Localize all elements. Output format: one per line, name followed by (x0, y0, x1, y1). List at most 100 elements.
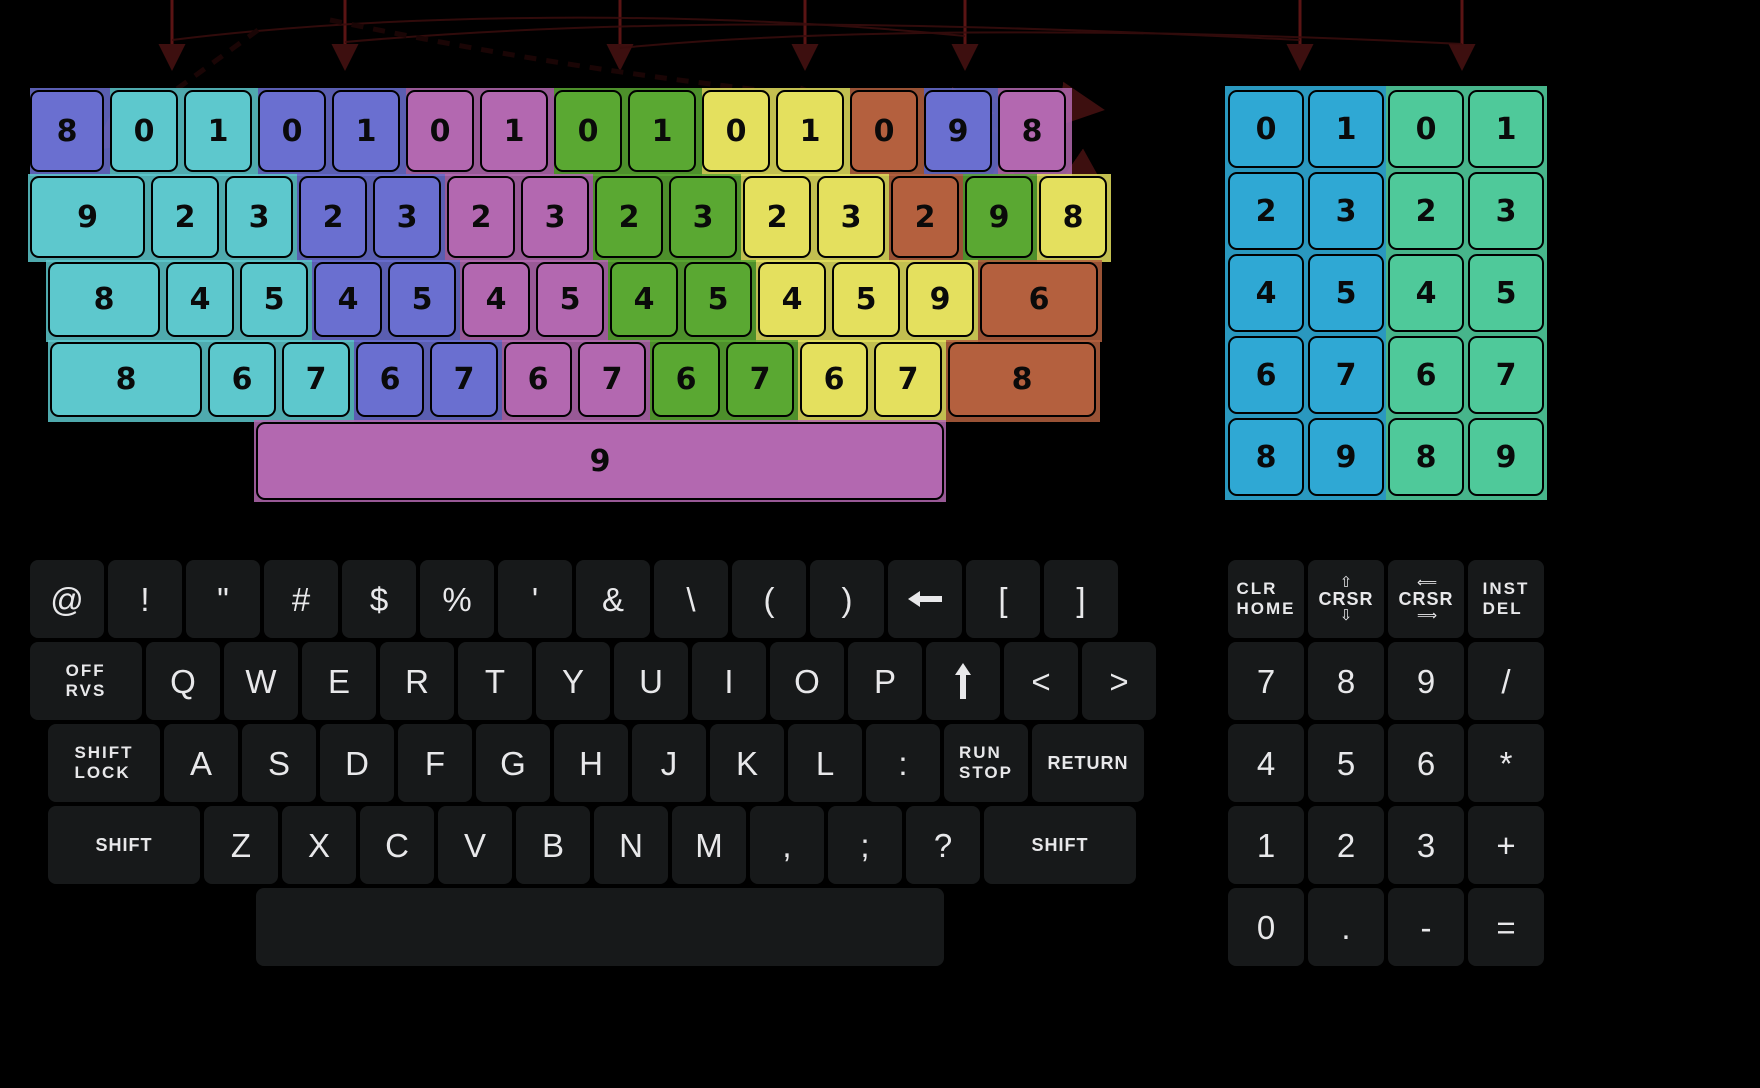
keypad-key-plus[interactable]: + (1468, 806, 1544, 884)
overlay-keypad-key-label: 8 (1415, 439, 1437, 475)
keypad-key-1[interactable]: 1 (1228, 806, 1304, 884)
keypad-key-divide[interactable]: / (1468, 642, 1544, 720)
key-G[interactable]: G (476, 724, 550, 802)
key-left-arrow[interactable] (888, 560, 962, 638)
keypad-row-4: 1 2 3 + (1228, 806, 1548, 884)
keypad-row-5: 0. - = (1228, 888, 1548, 966)
key-label: ? (933, 826, 953, 864)
key-M[interactable]: M (672, 806, 746, 884)
right-double-arrow-icon: ⟹ (1416, 607, 1437, 623)
key-Z[interactable]: Z (204, 806, 278, 884)
overlay-key: 8 (48, 262, 160, 337)
key-shift-lock[interactable]: SHIFT LOCK (48, 724, 160, 802)
keypad-key-clr-home[interactable]: CLR HOME (1228, 560, 1304, 638)
key-less-than[interactable]: < (1004, 642, 1078, 720)
overlay-key-label: 4 (485, 282, 507, 317)
overlay-keypad-key-label: 5 (1495, 275, 1517, 311)
keypad-key-multiply[interactable]: * (1468, 724, 1544, 802)
kb-row-qwerty: OFF RVS Q W E R T Y U I O P < > (30, 642, 1160, 720)
keypad-key-3[interactable]: 3 (1388, 806, 1464, 884)
key-L[interactable]: L (788, 724, 862, 802)
overlay-keypad-key: 9 (1308, 418, 1384, 496)
key-E[interactable]: E (302, 642, 376, 720)
key-label: I (724, 662, 734, 700)
key-double-quote[interactable]: " (186, 560, 260, 638)
key-bracket-close[interactable]: ] (1044, 560, 1118, 638)
key-S[interactable]: S (242, 724, 316, 802)
key-U[interactable]: U (614, 642, 688, 720)
key-Y[interactable]: Y (536, 642, 610, 720)
key-label: H (579, 744, 603, 782)
keypad-key-9[interactable]: 9 (1388, 642, 1464, 720)
keypad-key-0[interactable]: 0 (1228, 888, 1304, 966)
key-P[interactable]: P (848, 642, 922, 720)
key-D[interactable]: D (320, 724, 394, 802)
key-ampersand[interactable]: & (576, 560, 650, 638)
key-paren-close[interactable]: ) (810, 560, 884, 638)
key-K[interactable]: K (710, 724, 784, 802)
overlay-keypad-key: 9 (1468, 418, 1544, 496)
key-backslash[interactable]: \ (654, 560, 728, 638)
key-label: $ (369, 580, 389, 618)
key-dollar[interactable]: $ (342, 560, 416, 638)
overlay-keypad-key: 5 (1308, 254, 1384, 332)
overlay-key-label: 0 (873, 113, 895, 149)
key-H[interactable]: H (554, 724, 628, 802)
keypad-key-inst-del[interactable]: INST DEL (1468, 560, 1544, 638)
key-Q[interactable]: Q (146, 642, 220, 720)
keypad-key-minus[interactable]: - (1388, 888, 1464, 966)
overlay-key: 6 (652, 342, 720, 417)
key-up-arrow[interactable] (926, 642, 1000, 720)
key-exclamation[interactable]: ! (108, 560, 182, 638)
key-greater-than[interactable]: > (1082, 642, 1156, 720)
keypad-key-4[interactable]: 4 (1228, 724, 1304, 802)
keypad-key-crsr-horizontal[interactable]: ⟸ CRSR ⟹ (1388, 560, 1464, 638)
key-R[interactable]: R (380, 642, 454, 720)
key-F[interactable]: F (398, 724, 472, 802)
key-W[interactable]: W (224, 642, 298, 720)
key-apostrophe[interactable]: ' (498, 560, 572, 638)
key-N[interactable]: N (594, 806, 668, 884)
key-label: ( (763, 580, 775, 618)
keypad-key-period[interactable]: . (1308, 888, 1384, 966)
key-label: D (345, 744, 369, 782)
key-O[interactable]: O (770, 642, 844, 720)
key-off-rvs[interactable]: OFF RVS (30, 642, 142, 720)
key-I[interactable]: I (692, 642, 766, 720)
keypad-key-5[interactable]: 5 (1308, 724, 1384, 802)
key-space-bar[interactable] (256, 888, 944, 966)
key-J[interactable]: J (632, 724, 706, 802)
key-percent[interactable]: % (420, 560, 494, 638)
key-question-mark[interactable]: ? (906, 806, 980, 884)
overlay-keypad-key-label: 2 (1415, 193, 1437, 229)
key-shift-right[interactable]: SHIFT (984, 806, 1136, 884)
keypad-key-equals[interactable]: = (1468, 888, 1544, 966)
key-T[interactable]: T (458, 642, 532, 720)
crsr-label: CRSR (1318, 589, 1374, 609)
key-label: Y (561, 662, 584, 700)
key-semicolon[interactable]: ; (828, 806, 902, 884)
keypad-key-7[interactable]: 7 (1228, 642, 1304, 720)
key-B[interactable]: B (516, 806, 590, 884)
key-colon[interactable]: : (866, 724, 940, 802)
key-label: @ (50, 580, 84, 618)
key-X[interactable]: X (282, 806, 356, 884)
keypad-key-crsr-vertical[interactable]: ⇧ CRSR ⇩ (1308, 560, 1384, 638)
key-paren-open[interactable]: ( (732, 560, 806, 638)
key-bracket-open[interactable]: [ (966, 560, 1040, 638)
key-run-stop[interactable]: RUN STOP (944, 724, 1028, 802)
key-comma[interactable]: , (750, 806, 824, 884)
crsr-vertical-icon: ⇧ CRSR ⇩ (1318, 575, 1373, 623)
key-A[interactable]: A (164, 724, 238, 802)
key-return-key[interactable]: RETURN (1032, 724, 1144, 802)
key-at-sign[interactable]: @ (30, 560, 104, 638)
key-shift-left[interactable]: SHIFT (48, 806, 200, 884)
key-C[interactable]: C (360, 806, 434, 884)
overlay-key-label: 8 (1011, 362, 1033, 397)
keypad-key-8[interactable]: 8 (1308, 642, 1384, 720)
keypad-key-6[interactable]: 6 (1388, 724, 1464, 802)
overlay-key: 8 (1039, 176, 1107, 258)
key-V[interactable]: V (438, 806, 512, 884)
key-hash[interactable]: # (264, 560, 338, 638)
keypad-key-2[interactable]: 2 (1308, 806, 1384, 884)
